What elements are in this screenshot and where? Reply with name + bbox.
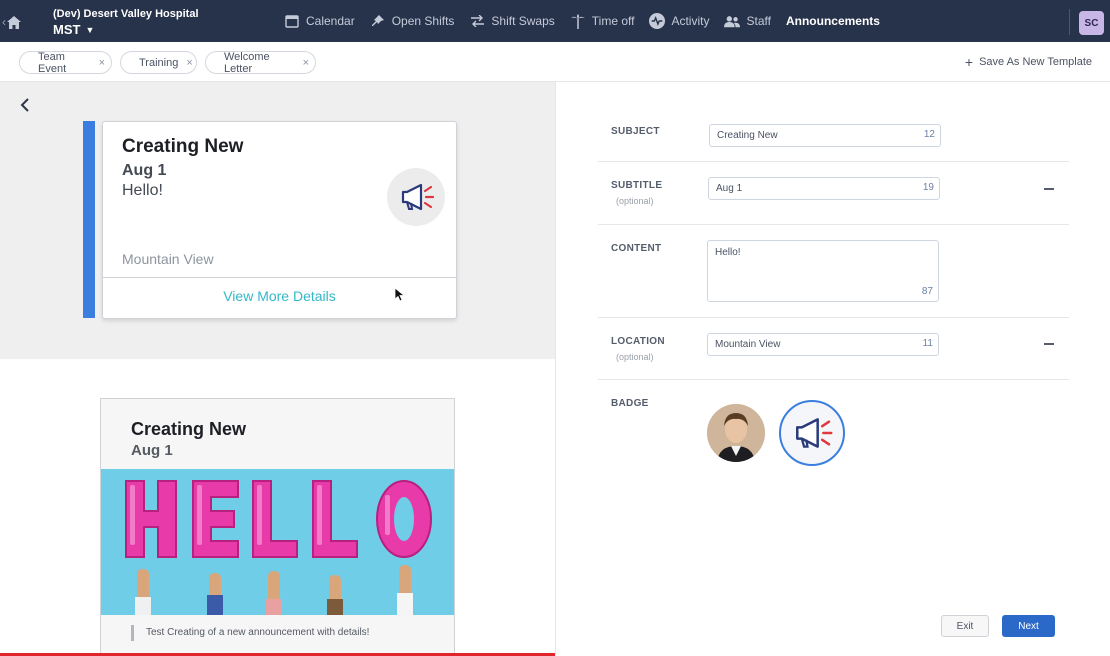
subtitle-label: SUBTITLE (611, 180, 663, 191)
nav-shift-swaps[interactable]: Shift Swaps (469, 13, 555, 29)
close-icon[interactable]: × (99, 57, 105, 69)
card-location: Mountain View (122, 251, 214, 267)
location-input[interactable]: Mountain View 11 (707, 333, 939, 356)
nav-shift-swaps-label: Shift Swaps (491, 14, 555, 28)
location-char-count: 11 (922, 338, 933, 349)
pin-icon (370, 13, 386, 29)
nav-staff[interactable]: Staff (724, 13, 771, 29)
back-arrow-icon[interactable] (18, 96, 32, 114)
subtitle-value: Aug 1 (716, 183, 743, 194)
nav-activity[interactable]: Activity (649, 13, 709, 29)
main-nav: Calendar Open Shifts Shift Swaps Time of… (284, 0, 895, 42)
nav-time-off[interactable]: Time off (570, 13, 635, 29)
subject-input[interactable]: Creating New 12 (709, 124, 941, 147)
hello-balloons-image (101, 469, 454, 615)
caret-down-icon: ▼ (85, 25, 95, 35)
chevron-left-icon: ‹ (2, 15, 6, 29)
nav-announcements[interactable]: Announcements (786, 14, 880, 28)
user-avatar[interactable]: SC (1079, 11, 1104, 35)
template-chip-training[interactable]: Training × (120, 51, 197, 74)
next-button[interactable]: Next (1002, 615, 1055, 637)
megaphone-icon (796, 418, 833, 448)
detail-title: Creating New (131, 419, 247, 439)
remove-subtitle-button[interactable] (1044, 188, 1054, 190)
location-hint: (optional) (616, 352, 654, 362)
subtitle-hint: (optional) (616, 196, 654, 206)
detail-subtitle: Aug 1 (131, 442, 173, 459)
close-icon[interactable]: × (303, 57, 309, 69)
subtitle-input[interactable]: Aug 1 19 (708, 177, 940, 200)
preview-pane: Creating New Aug 1 Hello! Mountain View … (0, 82, 555, 656)
app-window: ‹ (Dev) Desert Valley Hospital MST ▼ Cal… (0, 0, 1110, 656)
nav-calendar[interactable]: Calendar (284, 13, 355, 29)
location-value: Mountain View (715, 339, 781, 350)
form-row-content: CONTENT Hello! 87 (598, 225, 1069, 318)
remove-location-button[interactable] (1044, 343, 1054, 345)
save-as-template-button[interactable]: + Save As New Template (964, 53, 1092, 70)
nav-time-off-label: Time off (591, 14, 635, 28)
top-nav: ‹ (Dev) Desert Valley Hospital MST ▼ Cal… (0, 0, 1110, 42)
nav-activity-label: Activity (671, 14, 710, 28)
nav-staff-label: Staff (746, 14, 771, 28)
nav-open-shifts[interactable]: Open Shifts (370, 13, 455, 29)
nav-announcements-label: Announcements (785, 14, 880, 28)
nav-calendar-label: Calendar (306, 14, 355, 28)
template-chip-label: Welcome Letter (224, 50, 270, 75)
org-switcher[interactable]: (Dev) Desert Valley Hospital MST ▼ (53, 7, 199, 39)
subject-label: SUBJECT (611, 126, 660, 137)
card-accent-bar (83, 121, 95, 318)
template-chip-team-event[interactable]: Team Event × (19, 50, 112, 75)
form-row-subtitle: SUBTITLE (optional) Aug 1 19 (598, 162, 1069, 225)
swap-icon (469, 13, 485, 29)
announcement-detail-card: Creating New Aug 1 Test Creating of a ne… (100, 398, 455, 656)
template-chip-label: Training (139, 56, 179, 69)
nav-open-shifts-label: Open Shifts (391, 14, 455, 28)
detail-quote: Test Creating of a new announcement with… (131, 625, 369, 641)
org-name: (Dev) Desert Valley Hospital (53, 8, 199, 20)
badge-label: BADGE (611, 398, 649, 409)
palm-tree-icon (570, 13, 586, 29)
template-bar: Team Event × Training × Welcome Letter ×… (0, 42, 1110, 82)
location-label: LOCATION (611, 336, 665, 347)
content-textarea[interactable]: Hello! 87 (707, 240, 939, 302)
save-as-template-label: Save As New Template (979, 56, 1092, 68)
card-title: Creating New (122, 136, 244, 157)
template-chip-label: Team Event (38, 50, 67, 75)
megaphone-icon (387, 168, 445, 226)
badge-option-megaphone[interactable] (779, 400, 845, 466)
calendar-icon (284, 13, 300, 29)
subject-value: Creating New (717, 130, 778, 141)
form-row-subject: SUBJECT Creating New 12 (598, 112, 1069, 162)
people-icon (724, 13, 741, 29)
content-label: CONTENT (611, 243, 662, 254)
template-chip-welcome-letter[interactable]: Welcome Letter × (205, 50, 316, 75)
pulse-icon (649, 13, 666, 29)
mouse-cursor-icon (395, 288, 405, 302)
subject-char-count: 12 (923, 129, 935, 140)
close-icon[interactable]: × (186, 57, 192, 69)
form-row-location: LOCATION (optional) Mountain View 11 (598, 318, 1069, 380)
content-char-count: 87 (921, 286, 933, 297)
home-icon (7, 15, 21, 29)
subtitle-char-count: 19 (922, 182, 934, 193)
card-subtitle: Aug 1 (122, 162, 167, 179)
timezone-select[interactable]: MST ▼ (53, 21, 199, 39)
card-divider (103, 277, 456, 278)
badge-option-photo[interactable] (707, 404, 765, 462)
timezone-label: MST (53, 22, 81, 37)
announcement-form: SUBJECT Creating New 12 SUBTITLE (option… (555, 82, 1110, 656)
plus-icon: + (964, 53, 974, 70)
exit-button[interactable]: Exit (941, 615, 989, 637)
home-button[interactable]: ‹ (2, 12, 26, 32)
nav-divider (1069, 9, 1070, 35)
content-value: Hello! (715, 247, 741, 258)
card-preview-area: Creating New Aug 1 Hello! Mountain View … (0, 82, 555, 359)
card-content: Hello! (122, 182, 163, 199)
